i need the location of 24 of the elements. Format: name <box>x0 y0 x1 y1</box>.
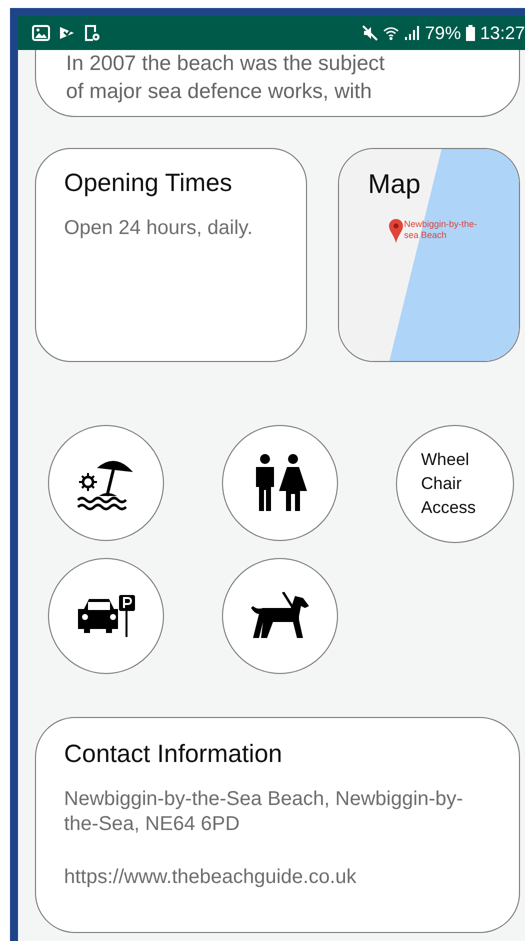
map-pin-icon <box>389 219 403 243</box>
address-text: Newbiggin-by-the-Sea Beach, Newbiggin-by-the-Sea, NE64 6PD <box>64 787 464 837</box>
mute-icon <box>362 25 378 41</box>
wheelchair-access-badge: Wheel Chair Access <box>396 425 514 543</box>
car-parking-icon <box>76 595 136 637</box>
guide-dog-icon <box>251 592 309 640</box>
wifi-icon <box>382 25 399 41</box>
battery-icon <box>466 25 475 41</box>
opening-hours-text: Open 24 hours, daily. <box>64 216 254 241</box>
status-time: 13:27 <box>480 22 525 44</box>
card-title: Map <box>368 169 421 200</box>
opening-times-card[interactable]: Opening Times Open 24 hours, daily. <box>35 148 307 362</box>
website-link[interactable]: https://www.thebeachguide.co.uk <box>64 865 491 890</box>
description-text: of major sea defence works, with <box>66 79 373 105</box>
description-text: In 2007 the beach was the subject <box>66 51 386 77</box>
check-flag-icon <box>58 25 76 41</box>
gallery-icon <box>32 25 50 41</box>
card-title: Contact Information <box>64 740 284 769</box>
map-card[interactable]: Map Newbiggin-by-the-sea Beach <box>338 148 520 362</box>
battery-percent: 79% <box>424 22 461 44</box>
map-pin-label: Newbiggin-by-the-sea Beach <box>404 219 478 241</box>
card-title: Opening Times <box>64 169 234 198</box>
signal-icon <box>404 25 420 41</box>
screen-record-icon <box>84 24 100 42</box>
